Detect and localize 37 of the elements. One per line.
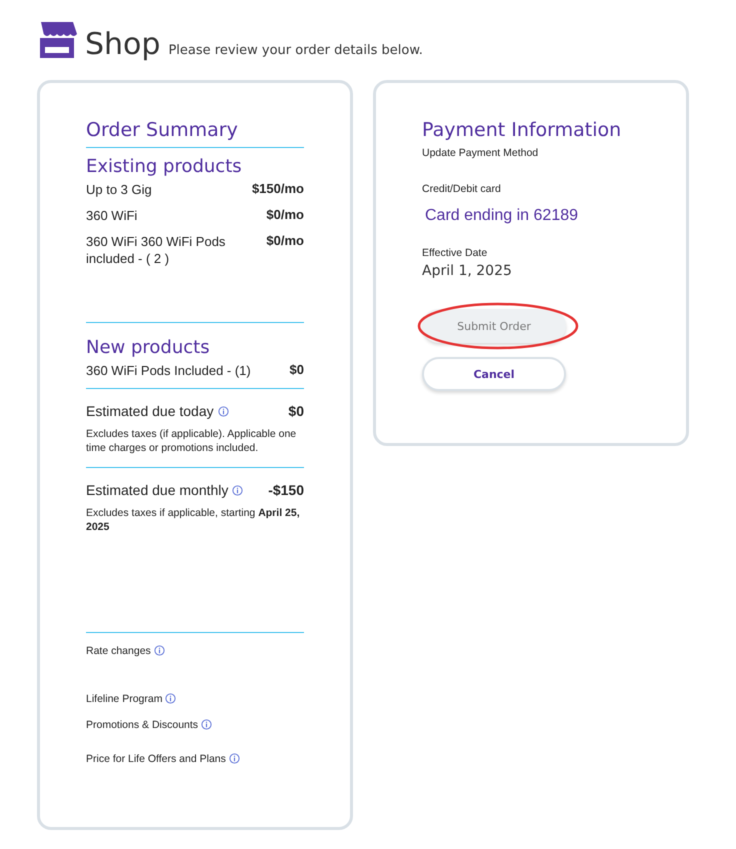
due-today-amount: $0 xyxy=(288,403,304,419)
info-icon[interactable] xyxy=(201,719,212,730)
product-price: $0 xyxy=(290,362,304,379)
product-name: 360 WiFi xyxy=(86,207,138,224)
product-price: $0/mo xyxy=(266,233,304,250)
info-link[interactable]: Lifeline Program xyxy=(86,693,162,705)
info-icon[interactable] xyxy=(165,693,176,704)
info-link[interactable]: Promotions & Discounts xyxy=(86,719,198,731)
date-label: Effective Date xyxy=(422,247,488,259)
product-name: 360 WiFi 360 WiFi Pods included - ( 2 ) xyxy=(86,233,226,267)
page-title: Shop xyxy=(85,30,160,60)
page-subtitle: Please review your order details below. xyxy=(168,43,423,58)
info-icon[interactable] xyxy=(232,484,244,496)
info-link[interactable]: Rate changes xyxy=(86,645,151,657)
product-name: Up to 3 Gig xyxy=(86,181,152,198)
card-value: Card ending in 62189 xyxy=(425,207,580,225)
product-name: 360 WiFi Pods Included - (1) xyxy=(86,362,251,379)
due-today-label: Estimated due today xyxy=(86,403,214,419)
section-title: Order Summary xyxy=(86,119,239,143)
subsection-title: New products xyxy=(86,337,211,358)
info-icon[interactable] xyxy=(154,645,165,656)
product-price: $150/mo xyxy=(252,181,304,198)
section-title: Payment Information xyxy=(422,119,622,143)
due-monthly-label: Estimated due monthly xyxy=(86,482,228,498)
product-price: $0/mo xyxy=(266,207,304,224)
due-monthly-note: Excludes taxes if applicable, starting April 25, 2025 xyxy=(86,506,301,534)
update-payment-link[interactable]: Update Payment Method xyxy=(422,147,640,159)
store-icon xyxy=(37,22,77,58)
cancel-button[interactable]: Cancel xyxy=(422,357,566,391)
info-link[interactable]: Price for Life Offers and Plans xyxy=(86,753,226,765)
due-today-note: Excludes taxes (if applicable). Applicable one time charges or promotions included. xyxy=(86,427,298,455)
info-icon[interactable] xyxy=(218,406,229,416)
date-value: April 1, 2025 xyxy=(422,263,513,279)
card-label: Credit/Debit card xyxy=(422,183,502,195)
subsection-title: Existing products xyxy=(86,156,243,177)
due-monthly-amount: -$150 xyxy=(268,482,304,498)
info-icon[interactable] xyxy=(228,753,240,764)
